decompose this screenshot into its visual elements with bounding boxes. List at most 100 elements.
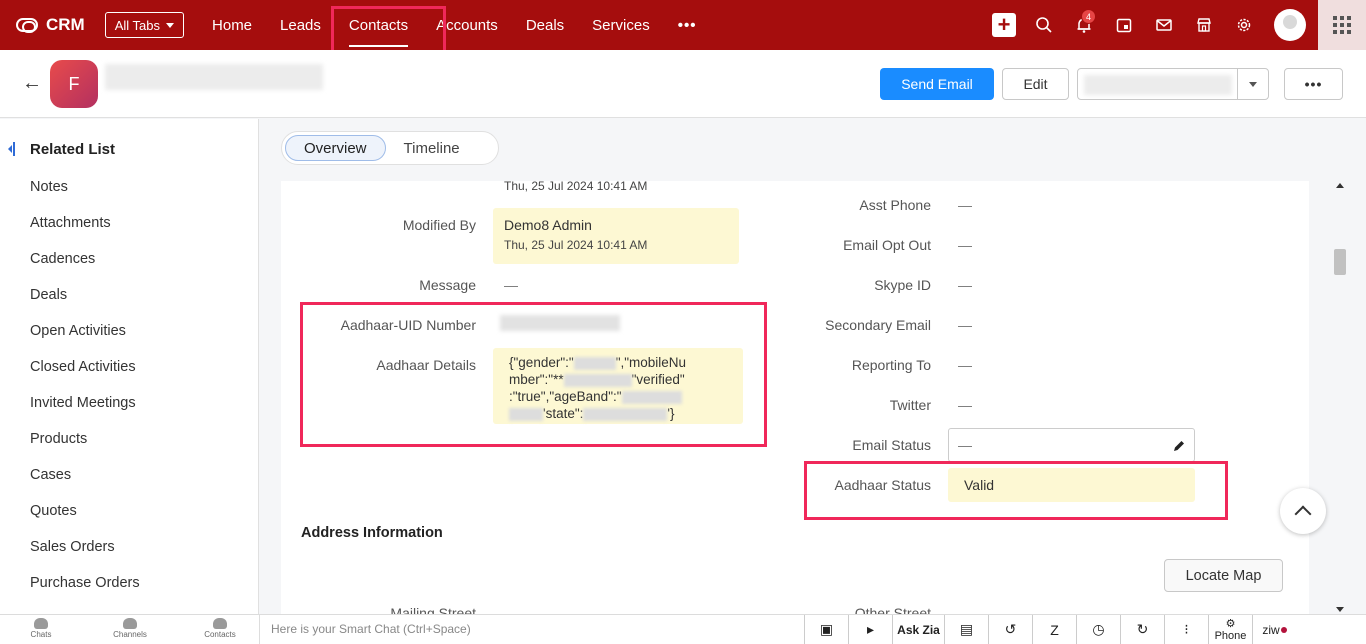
screen-share-button[interactable]: ▣ [804, 615, 848, 644]
notification-badge: 4 [1081, 9, 1096, 24]
mailing-street-label: Mailing Street [390, 605, 476, 614]
tab-deals[interactable]: Deals [512, 0, 578, 50]
crm-logo[interactable]: CRM [16, 15, 85, 35]
created-time: Thu, 25 Jul 2024 10:41 AM [504, 181, 648, 193]
signals-button[interactable]: ↺ [988, 615, 1032, 644]
related-item-closed-activities[interactable]: Closed Activities [30, 359, 140, 395]
zia-button[interactable]: Z [1032, 615, 1076, 644]
ask-zia-button[interactable]: Ask Zia [892, 615, 944, 644]
collapse-sidebar-icon[interactable] [8, 142, 15, 156]
tab-timeline[interactable]: Timeline [386, 135, 478, 161]
insights-button[interactable]: ▤ [944, 615, 988, 644]
gear-icon [1237, 18, 1251, 32]
edit-button[interactable]: Edit [1002, 68, 1069, 100]
reminders-button[interactable]: ◷ [1076, 615, 1120, 644]
module-tabs: Home Leads Contacts Accounts Deals Servi… [198, 0, 710, 50]
custom-action-dropdown[interactable] [1077, 68, 1269, 100]
other-street-label: Other Street [854, 605, 931, 614]
related-item-notes[interactable]: Notes [30, 179, 140, 215]
dialpad-button[interactable]: ⁝ [1164, 615, 1208, 644]
announcement-button[interactable]: ▸ [848, 615, 892, 644]
search-icon [1036, 17, 1052, 33]
secondary-email-value: — [958, 317, 972, 333]
tab-services[interactable]: Services [578, 0, 664, 50]
email-status-value: — [958, 437, 972, 453]
modified-by-value[interactable]: Demo8 Admin [504, 217, 592, 233]
top-navigation-bar: CRM All Tabs Home Leads Contacts Account… [0, 0, 1366, 50]
app-name: CRM [46, 15, 85, 34]
modified-time: Thu, 25 Jul 2024 10:41 AM [504, 238, 648, 252]
tab-overview[interactable]: Overview [285, 135, 386, 161]
message-value: — [504, 277, 518, 293]
related-list-sidebar: Related List Notes Attachments Cadences … [0, 119, 259, 614]
apps-grid-button[interactable] [1318, 0, 1366, 50]
message-label: Message [419, 277, 476, 293]
back-arrow-icon[interactable]: ← [22, 72, 42, 95]
related-item-cases[interactable]: Cases [30, 467, 140, 503]
modified-by-label: Modified By [402, 217, 476, 233]
more-actions-button[interactable]: ••• [1284, 68, 1343, 100]
twitter-value: — [958, 397, 972, 413]
channels-button[interactable]: Channels [105, 618, 155, 639]
record-header: ← F Send Email Edit ••• [0, 50, 1366, 118]
related-item-deals[interactable]: Deals [30, 287, 140, 323]
create-button[interactable]: + [984, 0, 1024, 50]
scroll-up-arrow-icon[interactable] [1336, 183, 1344, 188]
mail-icon [1156, 19, 1172, 31]
vertical-scrollbar[interactable] [1330, 181, 1350, 614]
alarm-icon: ◷ [1092, 621, 1105, 637]
calendar-button[interactable] [1104, 0, 1144, 50]
pencil-icon[interactable] [1172, 439, 1186, 453]
related-item-attachments[interactable]: Attachments [30, 215, 140, 251]
mail-button[interactable] [1144, 0, 1184, 50]
related-item-cadences[interactable]: Cadences [30, 251, 140, 287]
contacts-button[interactable]: Contacts [195, 618, 245, 639]
crm-logo-icon [16, 18, 38, 33]
search-button[interactable] [1024, 0, 1064, 50]
related-item-products[interactable]: Products [30, 431, 140, 467]
chevron-up-icon [1294, 505, 1312, 523]
asst-phone-label: Asst Phone [859, 197, 931, 213]
related-item-open-activities[interactable]: Open Activities [30, 323, 140, 359]
more-tabs-button[interactable]: ••• [664, 0, 711, 50]
history-button[interactable]: ↻ [1120, 615, 1164, 644]
scrollbar-thumb[interactable] [1334, 249, 1346, 275]
asst-phone-value: — [958, 197, 972, 213]
related-item-invited-meetings[interactable]: Invited Meetings [30, 395, 140, 431]
store-icon [1197, 18, 1211, 32]
chart-icon: ▤ [959, 621, 974, 637]
megaphone-icon: ▸ [866, 621, 875, 637]
settings-button[interactable] [1224, 0, 1264, 50]
reporting-to-value: — [958, 357, 972, 373]
related-item-quotes[interactable]: Quotes [30, 503, 140, 539]
chat-icon [34, 618, 48, 629]
related-item-purchase-orders[interactable]: Purchase Orders [30, 575, 140, 611]
channels-icon [123, 618, 137, 629]
calendar-icon [1116, 18, 1132, 33]
all-tabs-label: All Tabs [114, 17, 161, 33]
marketplace-button[interactable] [1184, 0, 1224, 50]
user-avatar[interactable] [1274, 9, 1306, 41]
related-item-sales-orders[interactable]: Sales Orders [30, 539, 140, 575]
notifications-button[interactable]: 4 [1064, 0, 1104, 50]
all-tabs-dropdown[interactable]: All Tabs [104, 12, 185, 38]
tab-home[interactable]: Home [198, 0, 266, 50]
custom-action-redacted [1084, 75, 1232, 95]
dropdown-toggle[interactable] [1237, 69, 1268, 99]
related-list-heading: Related List [30, 141, 116, 158]
ziwo-button[interactable]: ziw [1252, 615, 1296, 644]
grid-icon [1333, 16, 1351, 34]
tab-leads[interactable]: Leads [266, 0, 335, 50]
scroll-to-top-button[interactable] [1280, 488, 1326, 534]
chevron-down-icon [166, 22, 175, 28]
smart-chat-input[interactable]: Here is your Smart Chat (Ctrl+Space) [259, 615, 804, 644]
chats-button[interactable]: Chats [16, 618, 66, 639]
record-avatar[interactable]: F [50, 60, 98, 108]
email-status-input[interactable] [948, 428, 1195, 462]
send-email-button[interactable]: Send Email [880, 68, 994, 100]
phone-button[interactable]: ⚙ Phone [1208, 615, 1252, 644]
annotation-highlight-aadhaar-details [300, 302, 767, 447]
scroll-down-arrow-icon[interactable] [1336, 607, 1344, 612]
email-opt-out-value: — [958, 237, 972, 253]
locate-map-button[interactable]: Locate Map [1164, 559, 1283, 592]
